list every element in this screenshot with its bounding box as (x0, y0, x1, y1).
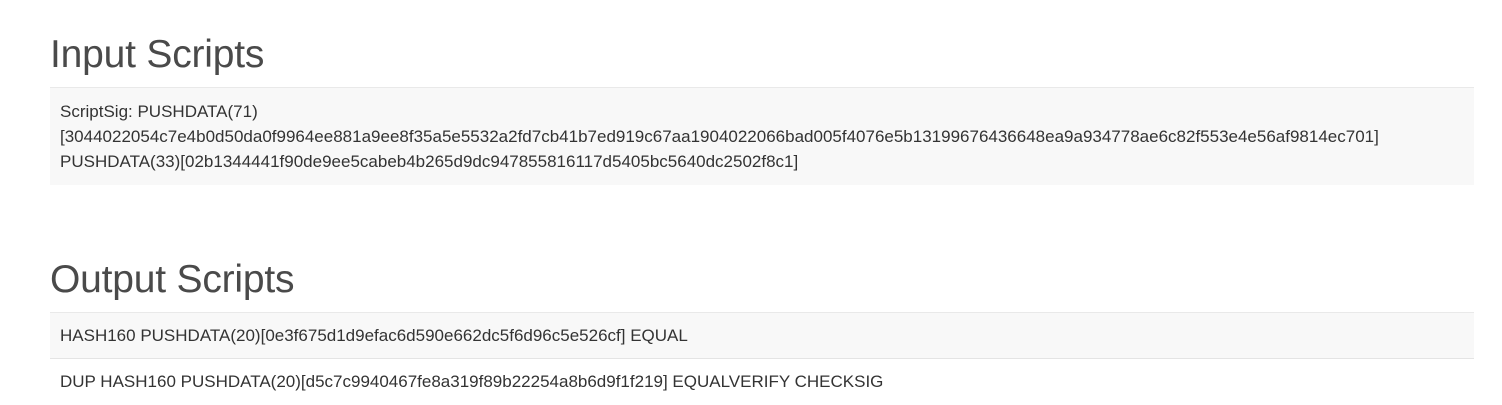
output-scripts-section: Output Scripts HASH160 PUSHDATA(20)[0e3f… (50, 225, 1474, 404)
output-script-text: DUP HASH160 PUSHDATA(20)[d5c7c9940467fe8… (60, 372, 884, 391)
script-sig-box: ScriptSig: PUSHDATA(71) [3044022054c7e4b… (50, 87, 1474, 185)
script-sig-line-2: [3044022054c7e4b0d50da0f9964ee881a9ee8f3… (60, 127, 1379, 146)
output-script-row: HASH160 PUSHDATA(20)[0e3f675d1d9efac6d59… (50, 312, 1474, 358)
input-scripts-heading: Input Scripts (50, 33, 265, 76)
script-sig-line-1: ScriptSig: PUSHDATA(71) (60, 102, 258, 121)
output-scripts-heading: Output Scripts (50, 258, 295, 301)
output-script-text: HASH160 PUSHDATA(20)[0e3f675d1d9efac6d59… (60, 326, 688, 345)
output-script-row: DUP HASH160 PUSHDATA(20)[d5c7c9940467fe8… (50, 358, 1474, 404)
input-scripts-section: Input Scripts ScriptSig: PUSHDATA(71) [3… (50, 0, 1474, 185)
script-sig-line-3: PUSHDATA(33)[02b1344441f90de9ee5cabeb4b2… (60, 152, 799, 171)
